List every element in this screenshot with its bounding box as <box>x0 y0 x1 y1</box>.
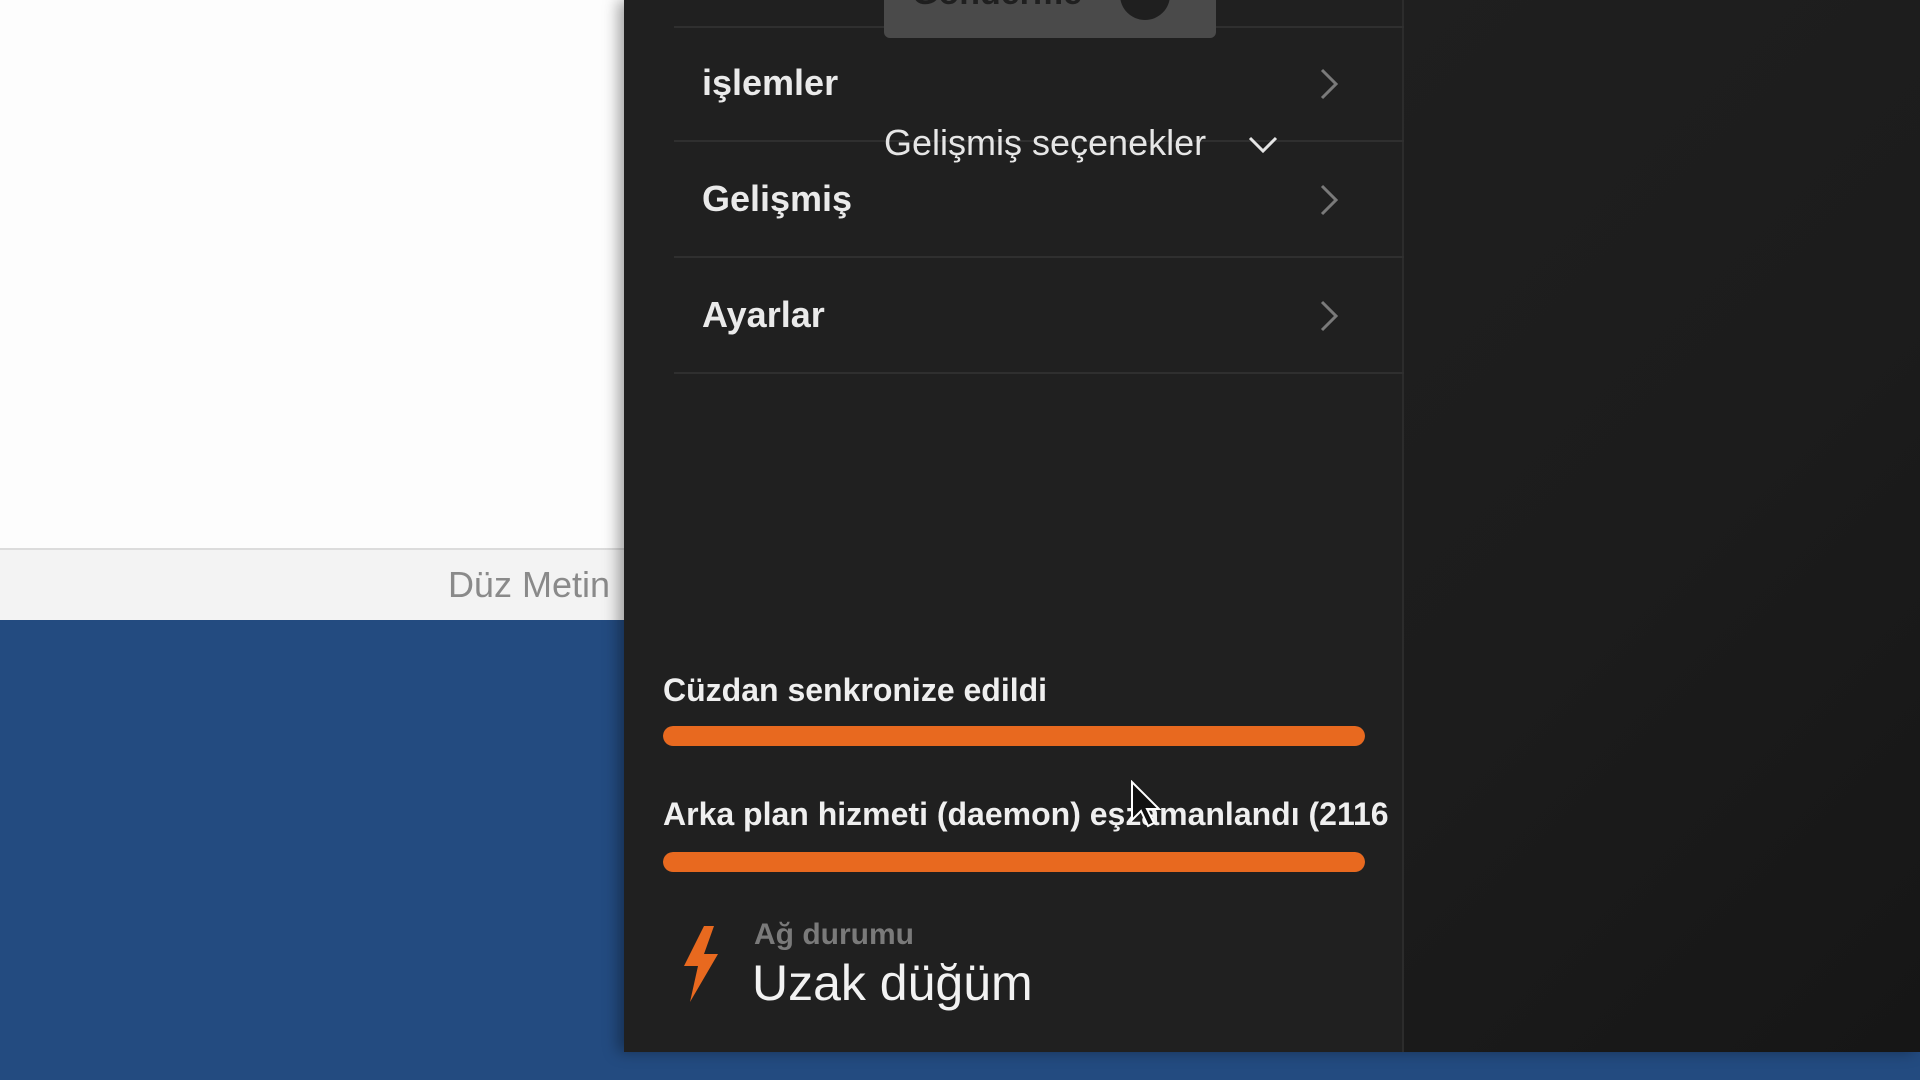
editor-status-bar: Düz Metin <box>0 548 624 620</box>
arrow-right-icon <box>1120 0 1170 20</box>
chevron-down-icon <box>1248 136 1278 154</box>
text-mode-selector[interactable]: Düz Metin <box>448 564 610 606</box>
send-button[interactable]: Gönderme <box>884 0 1216 38</box>
daemon-sync-progress-bar <box>663 852 1365 872</box>
network-status-value: Uzak düğüm <box>752 955 1033 1011</box>
wallet-sync-label: Cüzdan senkronize edildi <box>663 672 1048 708</box>
lightning-icon <box>684 926 718 1002</box>
wallet-sync-progress-bar <box>663 726 1365 746</box>
advanced-options-label: Gelişmiş seçenekler <box>884 122 1207 163</box>
daemon-sync-progress-fill <box>663 852 1365 872</box>
wallet-sync-progress-fill <box>663 726 1365 746</box>
daemon-sync-label: Arka plan hizmeti (daemon) eşzamanlandı … <box>663 796 1389 832</box>
network-status-caption: Ağ durumu <box>754 918 914 951</box>
advanced-options-toggle[interactable]: Gelişmiş seçenekler <box>884 120 1284 170</box>
text-editor-window: Düz Metin <box>0 0 624 620</box>
send-button-label: Gönderme <box>912 0 1082 13</box>
wallet-content-area <box>1404 0 1920 1052</box>
mouse-cursor-icon <box>1131 780 1162 828</box>
